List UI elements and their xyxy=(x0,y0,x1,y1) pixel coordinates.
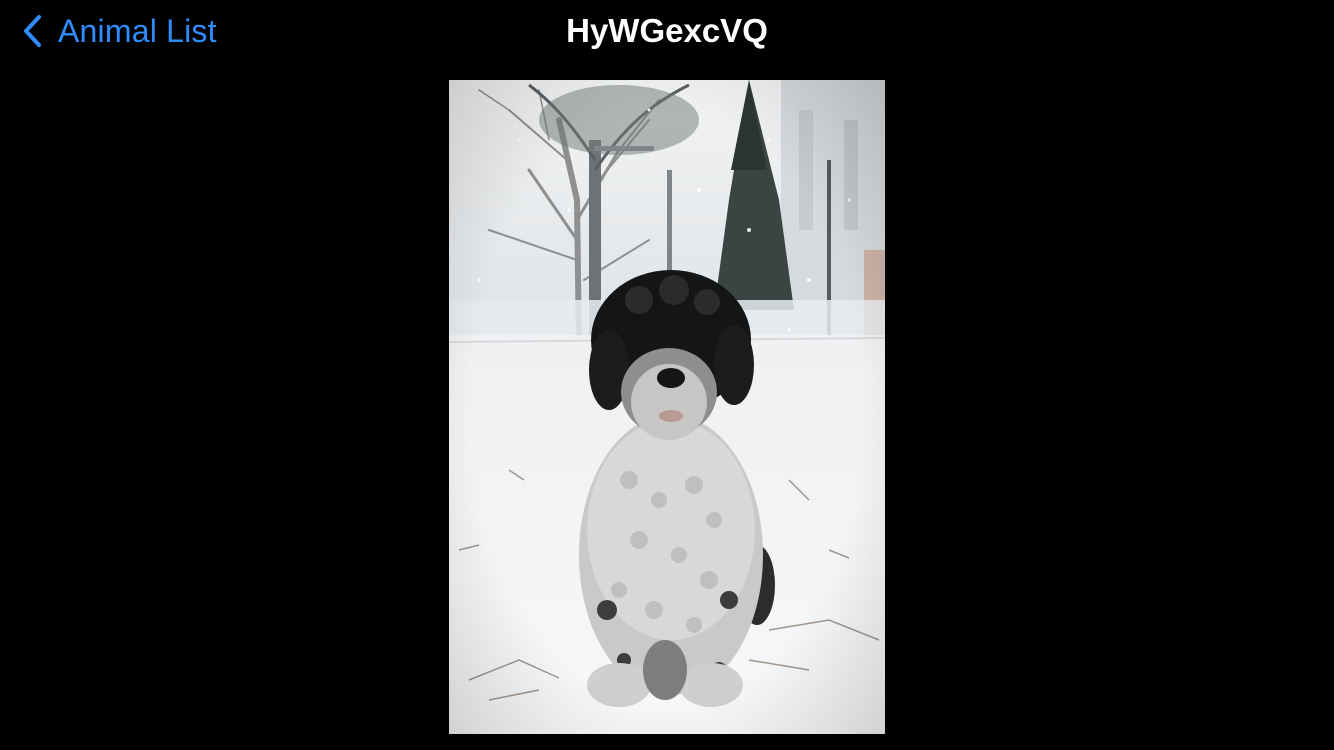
navigation-bar: Animal List HyWGexcVQ xyxy=(0,0,1334,62)
dog-photo xyxy=(449,80,885,734)
animal-detail-screen: Animal List HyWGexcVQ xyxy=(0,0,1334,750)
page-title: HyWGexcVQ xyxy=(566,12,768,49)
